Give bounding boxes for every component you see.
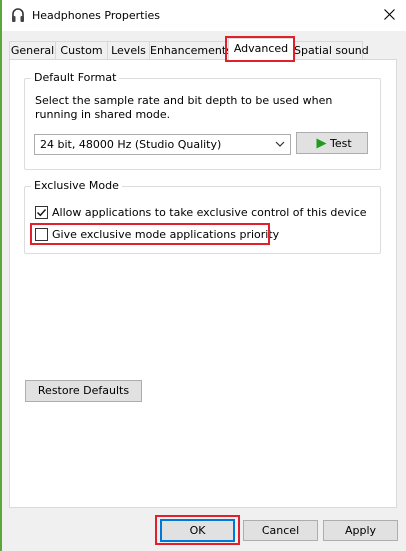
window-title: Headphones Properties bbox=[32, 9, 161, 22]
chevron-down-icon bbox=[275, 139, 285, 152]
ok-button[interactable]: OK bbox=[160, 519, 235, 542]
tab-general[interactable]: General bbox=[9, 41, 56, 60]
title-bar[interactable]: Headphones Properties bbox=[2, 0, 406, 31]
background-strip bbox=[0, 0, 2, 551]
advanced-tab-panel: Default Format Select the sample rate an… bbox=[9, 59, 397, 508]
play-icon bbox=[316, 138, 327, 152]
tab-spatial-sound[interactable]: Spatial sound bbox=[293, 41, 369, 60]
default-format-title: Default Format bbox=[31, 71, 120, 84]
checkbox-box[interactable] bbox=[35, 227, 48, 241]
headphones-icon bbox=[11, 8, 25, 24]
format-dropdown[interactable]: 24 bit, 48000 Hz (Studio Quality) bbox=[34, 134, 291, 155]
exclusive-priority-label: Give exclusive mode applications priorit… bbox=[52, 227, 280, 241]
checkmark-icon bbox=[37, 208, 47, 216]
format-dropdown-value: 24 bit, 48000 Hz (Studio Quality) bbox=[40, 138, 222, 151]
exclusive-priority-checkbox[interactable]: Give exclusive mode applications priorit… bbox=[35, 226, 279, 242]
tab-levels[interactable]: Levels bbox=[107, 41, 150, 60]
tab-enhancements[interactable]: Enhancements bbox=[149, 41, 232, 60]
allow-exclusive-control-label: Allow applications to take exclusive con… bbox=[52, 205, 367, 219]
test-button[interactable]: Test bbox=[296, 132, 368, 154]
exclusive-mode-group: Exclusive Mode Allow applications to tak… bbox=[24, 179, 381, 254]
default-format-group: Default Format Select the sample rate an… bbox=[24, 71, 381, 170]
tab-advanced[interactable]: Advanced bbox=[228, 38, 294, 61]
test-label: Test bbox=[330, 137, 352, 150]
exclusive-mode-title: Exclusive Mode bbox=[31, 179, 122, 192]
properties-window: Headphones Properties General Custom Lev… bbox=[0, 0, 406, 551]
restore-defaults-button[interactable]: Restore Defaults bbox=[25, 380, 142, 402]
checkbox-box[interactable] bbox=[35, 205, 48, 219]
close-icon bbox=[383, 8, 395, 23]
default-format-description: Select the sample rate and bit depth to … bbox=[35, 94, 333, 121]
allow-exclusive-control-checkbox[interactable]: Allow applications to take exclusive con… bbox=[35, 204, 367, 220]
cancel-button[interactable]: Cancel bbox=[243, 520, 318, 541]
apply-button[interactable]: Apply bbox=[323, 520, 398, 541]
tab-custom[interactable]: Custom bbox=[55, 41, 108, 60]
close-button[interactable] bbox=[372, 0, 406, 31]
